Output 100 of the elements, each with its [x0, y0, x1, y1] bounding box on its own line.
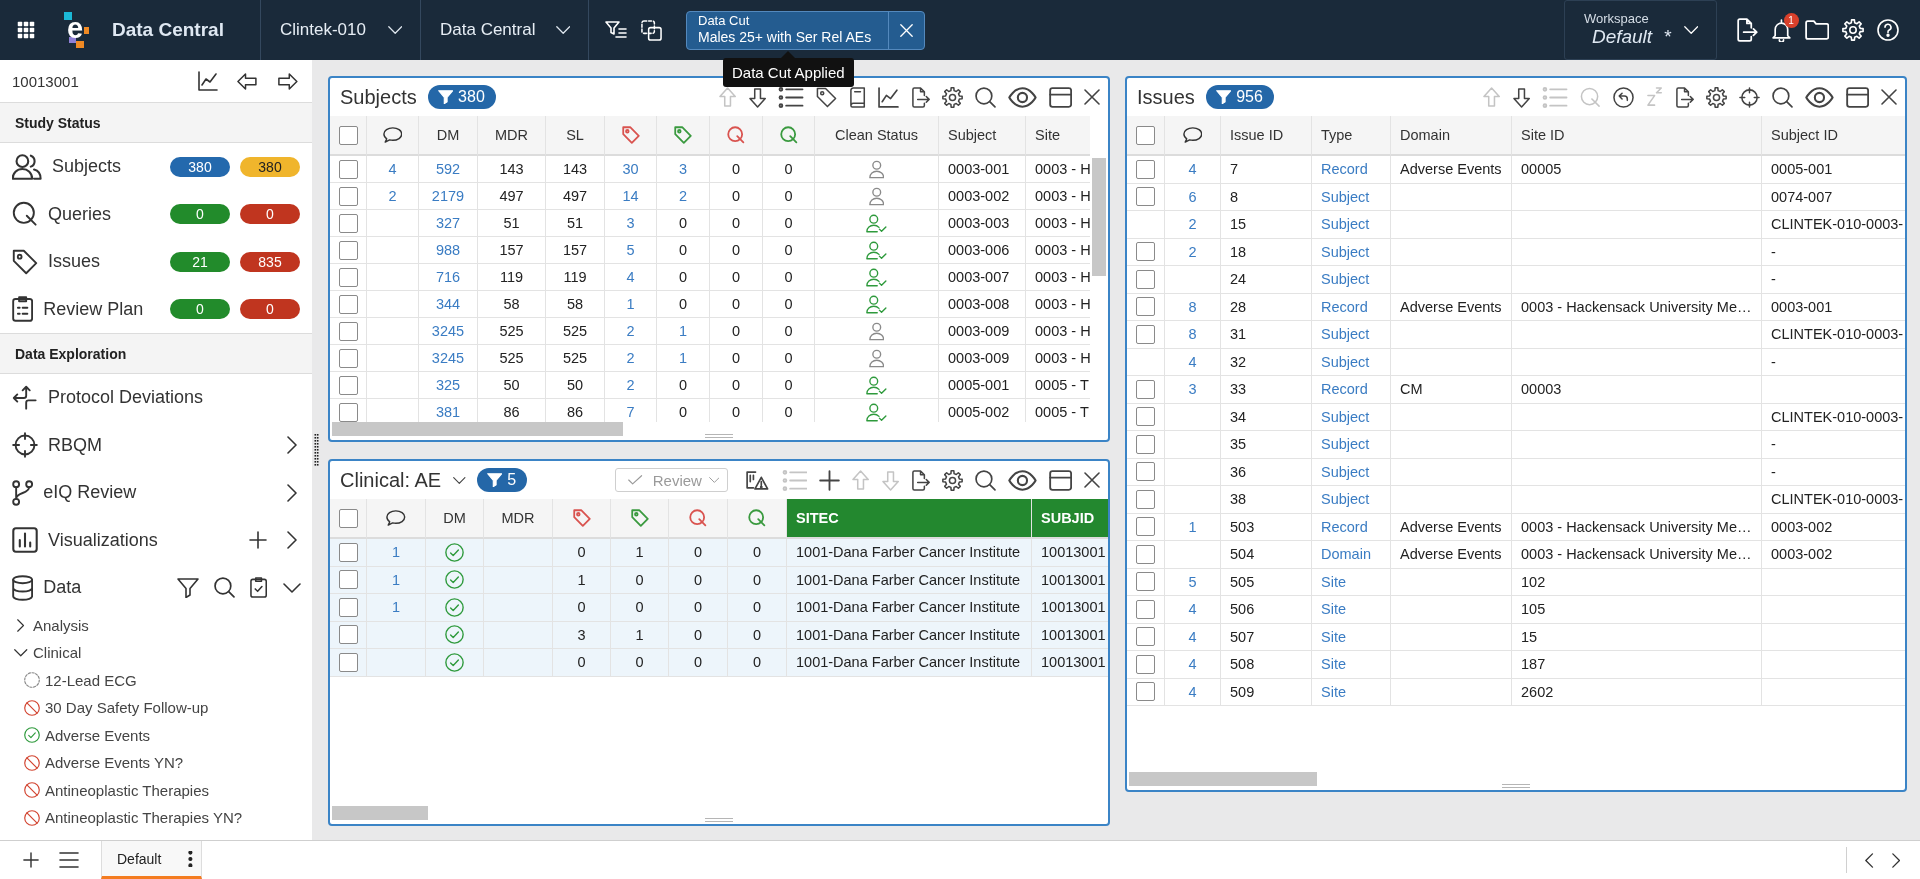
table-link[interactable]: 4 [1188, 353, 1197, 370]
column-header[interactable] [553, 499, 611, 539]
nav-link[interactable]: Data [43, 577, 82, 599]
filter-badge[interactable]: 380 [427, 85, 496, 109]
settings-icon[interactable] [941, 86, 963, 108]
column-header[interactable]: SITEC [787, 499, 1032, 539]
horizontal-scrollbar[interactable] [1129, 772, 1317, 786]
down-arrow-icon[interactable] [748, 86, 766, 108]
table-link[interactable]: 327 [435, 215, 461, 231]
table-link[interactable]: 381 [435, 404, 461, 420]
column-header[interactable]: Subject ID [1762, 116, 1905, 156]
close-icon[interactable] [1084, 89, 1100, 105]
resize-handle[interactable] [705, 434, 733, 438]
plus-icon[interactable] [23, 852, 39, 868]
column-header[interactable]: MDR [484, 499, 553, 539]
table-link[interactable]: 2 [1188, 216, 1197, 233]
table-link[interactable]: 4 [626, 269, 635, 285]
table-link[interactable]: Site [1321, 601, 1346, 618]
filter-badge[interactable]: 956 [1205, 85, 1274, 109]
eye-icon[interactable] [1804, 86, 1834, 108]
export-icon[interactable] [910, 86, 930, 108]
table-link[interactable]: Site [1321, 573, 1346, 590]
table-link[interactable]: 1 [1188, 518, 1197, 535]
row-checkbox[interactable] [1136, 407, 1155, 427]
row-checkbox[interactable] [1136, 682, 1155, 702]
search-icon[interactable] [213, 577, 235, 599]
table-link[interactable]: 325 [435, 377, 461, 393]
row-checkbox[interactable] [338, 213, 358, 233]
select-all-checkbox[interactable] [338, 125, 358, 145]
row-checkbox[interactable] [338, 625, 358, 645]
column-header[interactable] [367, 499, 426, 539]
column-header[interactable]: MDR [478, 116, 546, 156]
search-icon[interactable] [974, 469, 996, 491]
tree-item[interactable]: 12-Lead ECG [45, 671, 137, 689]
row-checkbox[interactable] [338, 570, 358, 590]
table-link[interactable]: Record [1321, 381, 1368, 398]
column-header[interactable] [669, 499, 728, 539]
column-header[interactable]: DM [426, 499, 484, 539]
row-checkbox[interactable] [338, 375, 358, 395]
nav-link[interactable]: Subjects [51, 156, 121, 178]
tree-item[interactable]: Clinical [33, 644, 82, 662]
table-link[interactable]: Record [1321, 518, 1368, 535]
table-link[interactable]: Site [1321, 628, 1346, 645]
table-link[interactable]: 1 [391, 544, 401, 561]
table-link[interactable]: 4 [1188, 628, 1197, 645]
eye-icon[interactable] [1007, 469, 1037, 491]
row-checkbox[interactable] [338, 240, 358, 260]
nav-link[interactable]: Protocol Deviations [48, 387, 204, 409]
row-checkbox[interactable] [1136, 489, 1155, 509]
vertical-scrollbar[interactable] [1092, 158, 1106, 276]
close-icon[interactable] [1084, 472, 1100, 488]
tree-item[interactable]: 30 Day Safety Follow-up [45, 699, 209, 717]
filter-icon[interactable] [176, 577, 199, 598]
plus-icon[interactable] [249, 531, 267, 550]
caret-icon[interactable] [453, 476, 466, 484]
table-link[interactable]: 30 [622, 161, 639, 177]
chevron-right-icon[interactable] [287, 483, 297, 502]
table-link[interactable]: 3 [678, 161, 688, 177]
table-link[interactable]: Site [1321, 683, 1346, 700]
table-link[interactable]: 6 [1188, 188, 1197, 205]
chevron-right-icon[interactable] [17, 618, 25, 632]
table-link[interactable]: 2 [626, 377, 635, 393]
table-link[interactable]: 4 [1188, 601, 1197, 618]
row-checkbox[interactable] [1136, 462, 1155, 482]
export-icon[interactable] [910, 469, 930, 491]
tree-item[interactable]: Antineoplastic Therapies YN? [45, 809, 243, 827]
table-link[interactable]: 2 [626, 350, 635, 366]
table-link[interactable]: 4 [1188, 161, 1197, 178]
column-header[interactable]: Domain [1391, 116, 1512, 156]
close-icon[interactable] [1881, 89, 1897, 105]
table-link[interactable]: Subject [1321, 408, 1370, 425]
row-checkbox[interactable] [1136, 159, 1155, 179]
chevron-right-icon[interactable] [1891, 852, 1900, 868]
table-link[interactable]: 988 [435, 242, 461, 258]
left-arrow-icon[interactable] [237, 72, 259, 90]
column-header[interactable] [763, 116, 815, 156]
table-link[interactable]: 3245 [431, 323, 465, 339]
app-grid-icon[interactable] [17, 21, 35, 39]
help-icon[interactable] [1877, 19, 1899, 41]
table-link[interactable]: 1 [391, 599, 401, 616]
splitter-grip-icon[interactable] [313, 433, 319, 467]
table-link[interactable]: 4 [1188, 683, 1197, 700]
table-link[interactable]: Site [1321, 656, 1346, 673]
nav-link[interactable]: Queries [48, 203, 112, 225]
table-link[interactable]: 2 [626, 323, 635, 339]
table-link[interactable]: Subject [1321, 436, 1370, 453]
line-chart-icon[interactable] [877, 86, 899, 108]
row-checkbox[interactable] [1136, 269, 1155, 289]
table-link[interactable]: Subject [1321, 463, 1370, 480]
table-link[interactable]: 1 [678, 323, 688, 339]
chevron-left-icon[interactable] [1865, 852, 1874, 868]
filter-badge[interactable]: 5 [476, 468, 528, 492]
row-checkbox[interactable] [1136, 297, 1155, 317]
table-link[interactable]: 1 [391, 571, 401, 588]
folder-icon[interactable] [1804, 20, 1829, 40]
nav-link[interactable]: eIQ Review [43, 482, 137, 504]
eye-icon[interactable] [1007, 86, 1037, 108]
column-header[interactable] [710, 116, 763, 156]
workspace-selector[interactable]: Workspace Default * [1563, 0, 1717, 60]
row-checkbox[interactable] [338, 348, 358, 368]
